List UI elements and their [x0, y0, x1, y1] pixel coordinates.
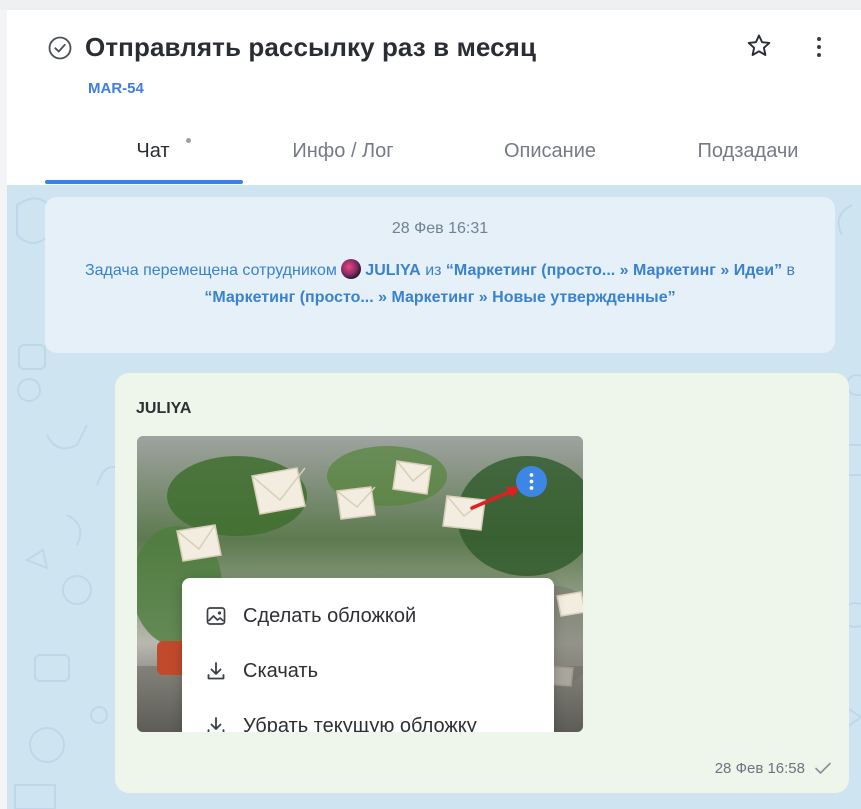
move-from-word: из	[425, 262, 442, 279]
image-icon	[205, 605, 227, 627]
image-context-menu: Сделать обложкой Скачать Убрать текущую …	[182, 578, 554, 732]
menu-item-set-cover[interactable]: Сделать обложкой	[182, 590, 554, 642]
tab-description[interactable]: Описание	[475, 140, 625, 163]
avatar	[341, 259, 362, 279]
image-menu-button[interactable]	[516, 466, 547, 497]
active-tab-indicator	[45, 180, 243, 184]
chat-message: JULIYA Сделать обложкой Скачать Убрать т…	[115, 373, 849, 793]
more-vertical-icon	[529, 473, 534, 490]
menu-item-label: Убрать текущую обложку	[243, 714, 477, 733]
check-icon	[815, 762, 831, 774]
tab-info-log[interactable]: Инфо / Лог	[273, 140, 413, 163]
move-to-word: в	[786, 262, 796, 279]
download-icon	[205, 715, 227, 732]
check-circle-icon[interactable]	[47, 35, 73, 61]
tab-bar: Чат Инфо / Лог Описание Подзадачи	[45, 130, 861, 185]
unread-dot	[186, 138, 191, 143]
chat-area[interactable]: 28 Фев 16:31 Задача перемещена сотрудник…	[7, 185, 861, 809]
top-strip	[0, 0, 861, 10]
tab-chat-label: Чат	[136, 140, 170, 162]
message-author[interactable]: JULIYA	[136, 400, 191, 418]
system-message-date: 28 Фев 16:31	[391, 220, 489, 237]
task-key-link[interactable]: MAR-54	[88, 80, 144, 97]
mover-user-link[interactable]: JULIYA	[365, 262, 420, 279]
menu-item-label: Скачать	[243, 659, 318, 682]
tab-subtasks[interactable]: Подзадачи	[673, 140, 823, 163]
title-row: Отправлять рассылку раз в месяц	[47, 32, 536, 63]
menu-item-remove-cover[interactable]: Убрать текущую обложку	[182, 700, 554, 732]
menu-item-download[interactable]: Скачать	[182, 645, 554, 697]
task-title: Отправлять рассылку раз в месяц	[85, 32, 537, 62]
system-message-text: Задача перемещена сотрудником JULIYA из …	[65, 257, 815, 311]
task-header: Отправлять рассылку раз в месяц MAR-54 Ч…	[7, 10, 861, 185]
system-message: 28 Фев 16:31 Задача перемещена сотрудник…	[45, 197, 835, 353]
image-attachment[interactable]: Сделать обложкой Скачать Убрать текущую …	[137, 436, 583, 732]
message-time: 28 Фев 16:58	[714, 760, 805, 777]
more-vertical-icon[interactable]	[807, 34, 831, 60]
move-to-link[interactable]: “Маркетинг (просто... » Маркетинг » Новы…	[204, 289, 675, 306]
menu-item-label: Сделать обложкой	[243, 604, 417, 627]
move-prefix: Задача перемещена сотрудником	[84, 262, 337, 279]
tab-chat[interactable]: Чат	[123, 138, 191, 163]
move-from-link[interactable]: “Маркетинг (просто... » Маркетинг » Идеи…	[446, 262, 782, 279]
task-page: Отправлять рассылку раз в месяц MAR-54 Ч…	[0, 0, 861, 809]
download-icon	[205, 660, 227, 682]
star-icon[interactable]	[745, 32, 773, 60]
